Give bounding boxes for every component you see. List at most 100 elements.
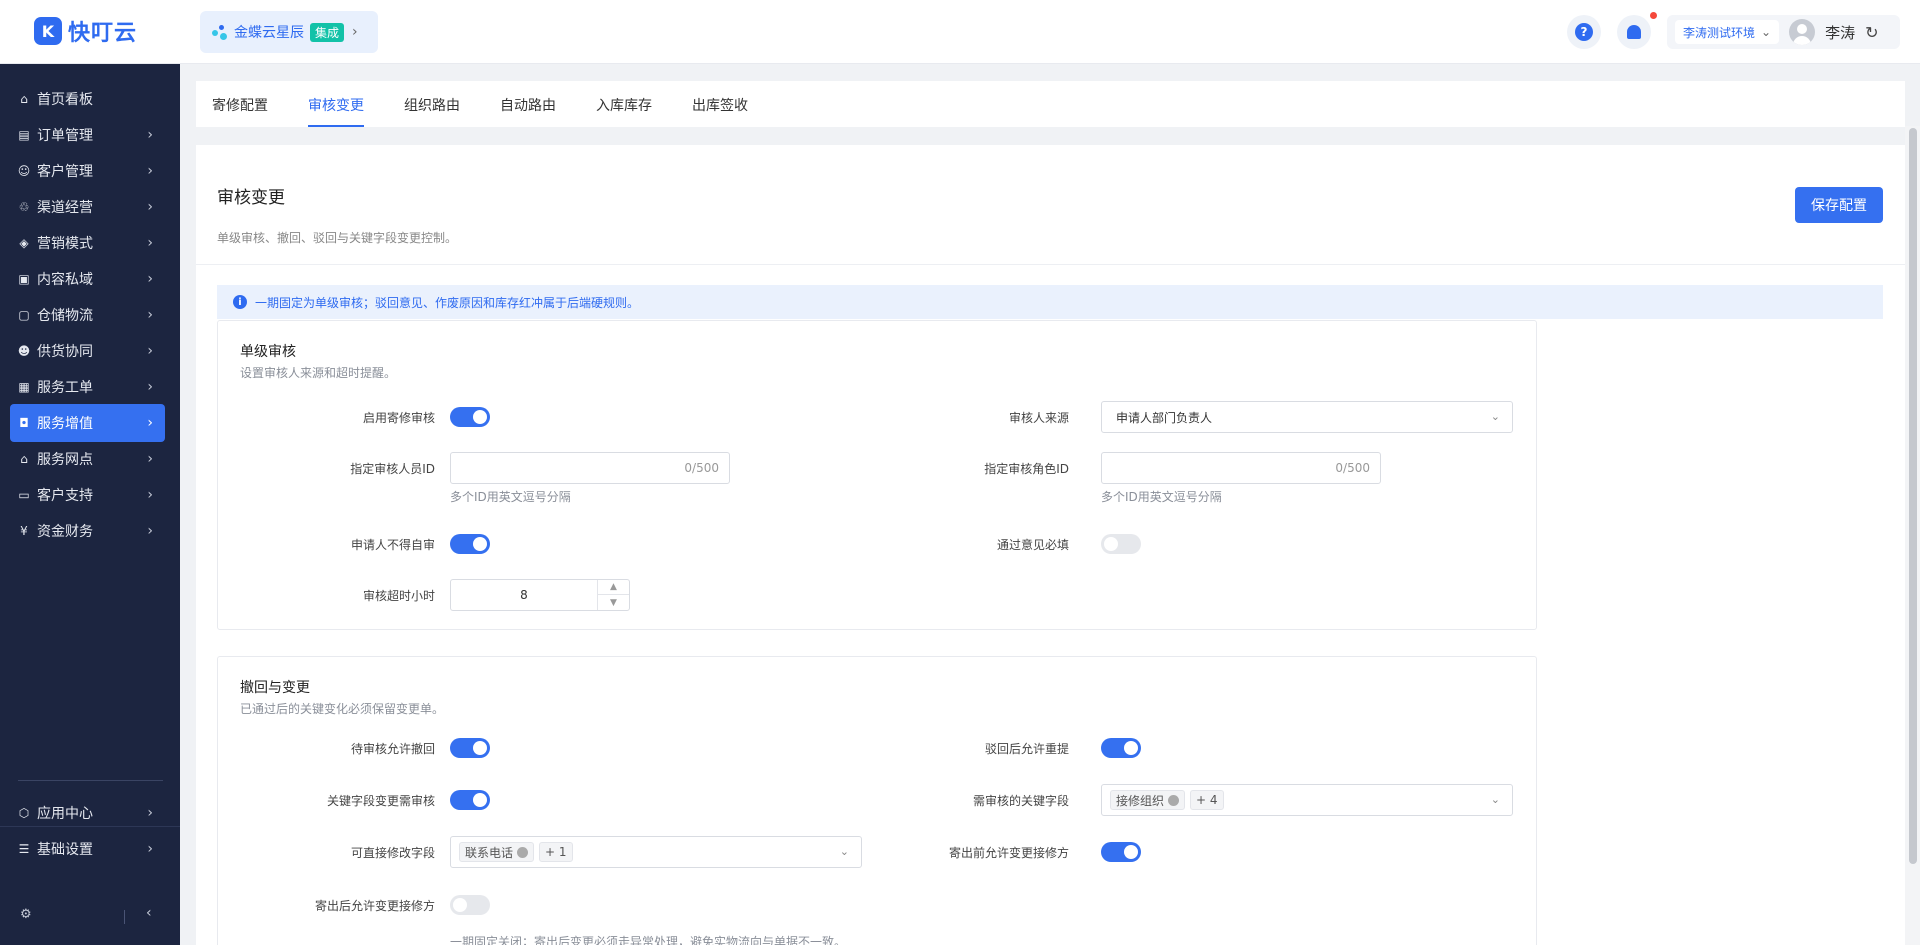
chevron-right-icon: ›	[147, 199, 153, 215]
channel-icon: ♲	[18, 200, 30, 214]
sidebar-item-label: 首页看板	[37, 92, 93, 108]
sidebar: ⌂ 首页看板 ▤ 订单管理 › ☺ 客户管理 › ♲ 渠道经营 › ◈ 营销模式…	[0, 64, 180, 945]
char-counter: 0/500	[1335, 461, 1370, 475]
tag-close-icon[interactable]	[1168, 794, 1180, 806]
sidebar-item-finance[interactable]: ¥ 资金财务 ›	[10, 512, 165, 550]
key-fields-select[interactable]: 接修组织 + 4 ⌄	[1101, 784, 1513, 816]
tab-repair-config[interactable]: 寄修配置	[212, 95, 268, 127]
header-divider	[196, 264, 1905, 265]
tab-outbound-signoff[interactable]: 出库签收	[692, 95, 748, 127]
chevron-right-icon: ›	[147, 523, 153, 539]
stepper-buttons: ▲ ▼	[597, 580, 629, 610]
sidebar-item-customers[interactable]: ☺ 客户管理 ›	[10, 152, 165, 190]
field-label: 申请人不得自审	[350, 538, 435, 552]
user-name[interactable]: 李涛	[1825, 22, 1855, 43]
sidebar-item-warehouse[interactable]: ▢ 仓储物流 ›	[10, 296, 165, 334]
tab-review-change[interactable]: 审核变更	[308, 95, 364, 127]
order-icon: ▤	[18, 128, 30, 142]
field-label: 可直接修改字段	[350, 846, 435, 860]
support-icon: ▭	[18, 488, 30, 502]
sidebar-item-value-added[interactable]: ◘ 服务增值 ›	[10, 404, 165, 442]
tag-label: 联系电话	[465, 845, 514, 860]
sidebar-item-label: 服务增值	[37, 416, 93, 432]
tab-org-routing[interactable]: 组织路由	[404, 95, 460, 127]
field-label: 待审核允许撤回	[350, 742, 435, 756]
reviewer-ids-input[interactable]: 0/500	[450, 452, 730, 484]
collapse-sidebar-icon[interactable]: ‹	[146, 905, 152, 921]
avatar[interactable]	[1789, 19, 1816, 45]
chevron-down-icon: ⌄	[839, 845, 849, 858]
key-field-review-toggle[interactable]	[450, 790, 490, 810]
tenant-switcher[interactable]: 金蝶云星辰 集成 ›	[200, 11, 378, 53]
allow-withdraw-toggle[interactable]	[450, 738, 490, 758]
field-label: 驳回后允许重提	[984, 742, 1069, 756]
decrement-icon[interactable]: ▼	[598, 595, 629, 610]
allow-resubmit-toggle[interactable]	[1101, 738, 1141, 758]
section-subtitle: 已通过后的关键变化必须保留变更单。	[240, 702, 445, 716]
config-tabs: 寄修配置 审核变更 组织路由 自动路由 入库库存 出库签收	[196, 81, 1905, 127]
ticket-icon: ▦	[18, 380, 30, 394]
direct-fields-select[interactable]: 联系电话 + 1 ⌄	[450, 836, 862, 868]
save-config-button[interactable]: 保存配置	[1795, 187, 1883, 223]
sidebar-item-supply[interactable]: ☻ 供货协同 ›	[10, 332, 165, 370]
sidebar-item-label: 基础设置	[37, 842, 93, 858]
enable-review-toggle[interactable]	[450, 407, 490, 427]
cube-icon: ⬡	[18, 806, 30, 820]
help-button[interactable]: ?	[1567, 15, 1601, 49]
gear-icon[interactable]: ⚙	[20, 907, 32, 922]
field-help: 多个ID用英文逗号分隔	[1101, 490, 1222, 504]
refresh-icon[interactable]: ↻	[1865, 23, 1878, 42]
tab-inbound-stock[interactable]: 入库库存	[596, 95, 652, 127]
sidebar-item-settings[interactable]: ☰ 基础设置 ›	[10, 830, 165, 868]
sidebar-item-home[interactable]: ⌂ 首页看板	[10, 80, 165, 118]
chevron-right-icon: ›	[147, 271, 153, 287]
field-label: 启用寄修审核	[362, 411, 435, 425]
sidebar-item-outlets[interactable]: ⌂ 服务网点 ›	[10, 440, 165, 478]
env-select[interactable]: 李涛测试环境 ⌄	[1675, 20, 1780, 44]
chevron-right-icon: ›	[147, 235, 153, 251]
sidebar-item-support[interactable]: ▭ 客户支持 ›	[10, 476, 165, 514]
notification-button[interactable]	[1617, 15, 1651, 49]
tag-icon: ◈	[19, 236, 29, 250]
field-label: 需审核的关键字段	[972, 794, 1069, 808]
chevron-right-icon: ›	[147, 127, 153, 143]
tab-auto-routing[interactable]: 自动路由	[500, 95, 556, 127]
page-scrollbar[interactable]	[1905, 126, 1920, 945]
app-logo[interactable]: K 快叮云	[34, 15, 137, 47]
field-help: 一期固定关闭；寄出后变更必须走异常处理，避免实物流向与单据不一致。	[450, 935, 847, 945]
sidebar-item-content[interactable]: ▣ 内容私域 ›	[10, 260, 165, 298]
single-review-section: 单级审核 设置审核人来源和超时提醒。 启用寄修审核 审核人来源 申请人部门负责人…	[217, 320, 1537, 630]
increment-icon[interactable]: ▲	[598, 580, 629, 595]
stepper-value: 8	[520, 588, 528, 602]
field-label: 审核人来源	[1008, 411, 1069, 425]
sidebar-divider	[18, 780, 163, 781]
role-ids-input[interactable]: 0/500	[1101, 452, 1381, 484]
image-icon: ▣	[18, 272, 30, 286]
store-icon: ⌂	[20, 452, 28, 466]
sidebar-item-label: 客户支持	[37, 488, 93, 504]
timeout-hours-stepper[interactable]: 8 ▲ ▼	[450, 579, 630, 611]
withdraw-change-section: 撤回与变更 已通过后的关键变化必须保留变更单。 待审核允许撤回 驳回后允许重提 …	[217, 656, 1537, 945]
after-ship-change-toggle[interactable]	[450, 895, 490, 915]
page-subtitle: 单级审核、撤回、驳回与关键字段变更控制。	[217, 231, 458, 245]
footer-separator	[124, 910, 125, 924]
tag-close-icon[interactable]	[517, 846, 529, 858]
chevron-right-icon: ›	[147, 163, 153, 179]
sidebar-item-marketing[interactable]: ◈ 营销模式 ›	[10, 224, 165, 262]
top-header: K 快叮云 金蝶云星辰 集成 › ? 李涛测试环境 ⌄ 李涛 ↻	[0, 0, 1920, 64]
sidebar-item-orders[interactable]: ▤ 订单管理 ›	[10, 116, 165, 154]
info-alert: i 一期固定为单级审核；驳回意见、作废原因和库存红冲属于后端硬规则。	[217, 285, 1883, 319]
scroll-thumb[interactable]	[1909, 128, 1917, 864]
opinion-required-toggle[interactable]	[1101, 534, 1141, 554]
sidebar-item-channels[interactable]: ♲ 渠道经营 ›	[10, 188, 165, 226]
user-icon: ☺	[17, 164, 31, 178]
sidebar-item-label: 内容私域	[37, 272, 93, 288]
reviewer-source-select[interactable]: 申请人部门负责人 ⌄	[1101, 401, 1513, 433]
select-value: 申请人部门负责人	[1116, 410, 1213, 425]
before-ship-change-toggle[interactable]	[1101, 842, 1141, 862]
info-text: 一期固定为单级审核；驳回意见、作废原因和库存红冲属于后端硬规则。	[255, 295, 640, 310]
sidebar-item-tickets[interactable]: ▦ 服务工单 ›	[10, 368, 165, 406]
chevron-right-icon: ›	[147, 451, 153, 467]
chevron-down-icon: ⌄	[1490, 410, 1500, 423]
no-self-review-toggle[interactable]	[450, 534, 490, 554]
